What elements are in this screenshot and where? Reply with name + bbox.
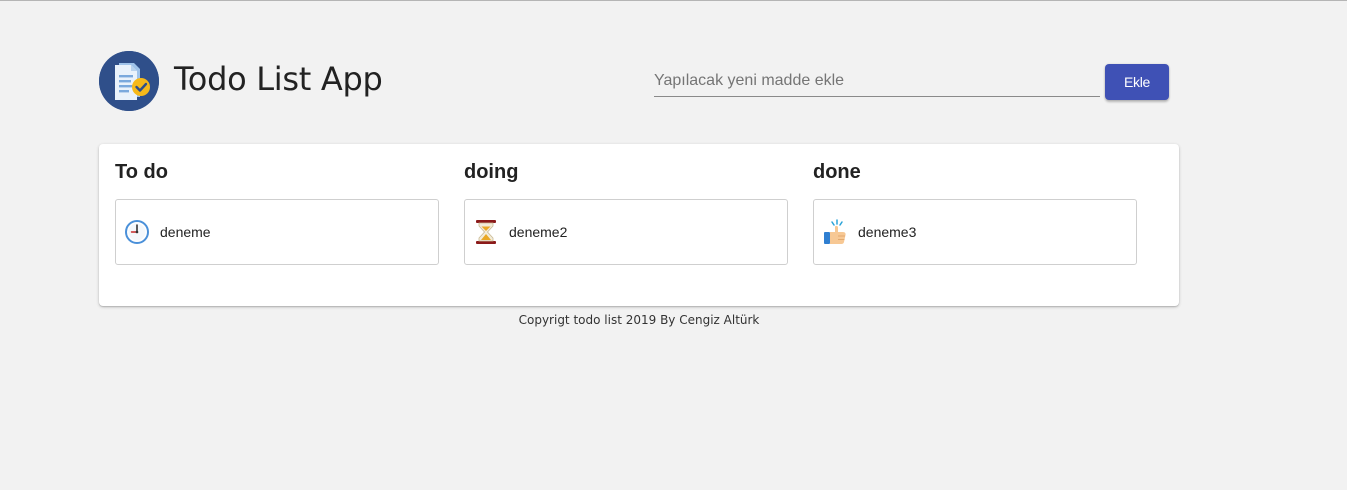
card-label: deneme3 — [858, 224, 917, 240]
todo-card[interactable]: deneme — [115, 199, 439, 265]
todo-card[interactable]: deneme2 — [464, 199, 788, 265]
column-title: doing — [464, 161, 519, 183]
column-title: To do — [115, 161, 168, 183]
todo-board: To do deneme doing deneme2 done deneme3 — [99, 144, 1179, 306]
new-item-input[interactable] — [654, 66, 1100, 97]
column-doing: doing deneme2 — [464, 158, 788, 265]
app-title: Todo List App — [174, 60, 383, 98]
thumbs-up-icon — [824, 219, 846, 244]
column-todo: To do deneme — [115, 158, 439, 265]
clock-icon — [125, 220, 149, 244]
hourglass-icon — [476, 220, 496, 244]
footer-copyright: Copyrigt todo list 2019 By Cengiz Altürk — [518, 313, 760, 327]
card-label: deneme — [160, 224, 211, 240]
todo-card[interactable]: deneme3 — [813, 199, 1137, 265]
column-done: done deneme3 — [813, 158, 1137, 265]
card-label: deneme2 — [509, 224, 568, 240]
column-title: done — [813, 161, 861, 183]
add-button[interactable]: Ekle — [1105, 64, 1169, 100]
app-logo — [99, 51, 159, 111]
document-check-icon — [99, 51, 159, 111]
window-top-border — [0, 0, 1347, 1]
